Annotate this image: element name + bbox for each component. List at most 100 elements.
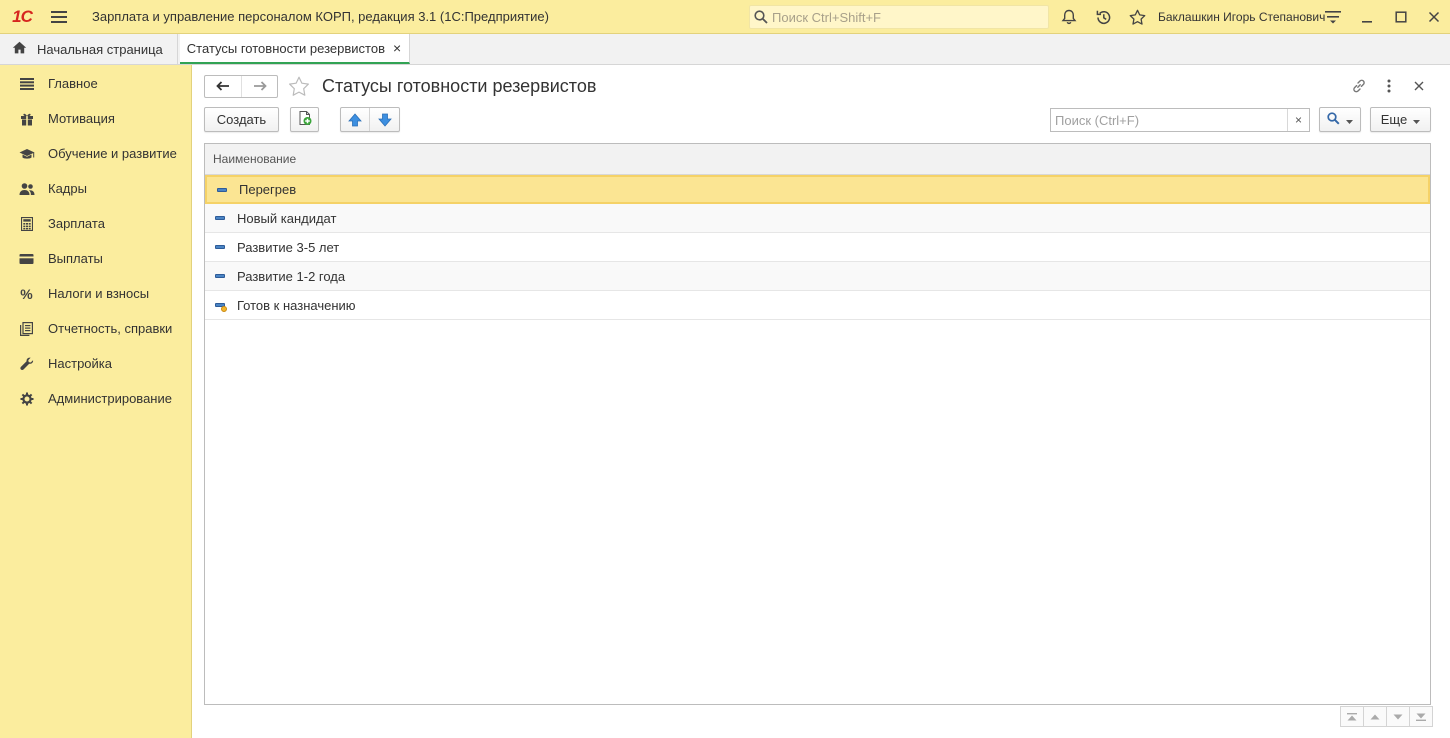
minimize-icon[interactable] <box>1356 6 1378 28</box>
menu-lines-icon <box>18 75 35 92</box>
sidebar-item-label: Зарплата <box>48 216 105 231</box>
global-search[interactable] <box>749 5 1049 29</box>
gear-icon <box>18 390 35 407</box>
more-button[interactable]: Еще <box>1370 107 1431 132</box>
chevron-down-icon <box>1346 112 1353 127</box>
wallet-icon <box>18 250 35 267</box>
item-icon <box>217 184 229 196</box>
graduation-cap-icon <box>18 145 35 162</box>
move-up-icon[interactable] <box>341 108 370 131</box>
create-button-label: Создать <box>216 112 267 127</box>
people-icon <box>18 180 35 197</box>
sidebar-item-administration[interactable]: Администрирование <box>0 381 191 416</box>
list-scroll-buttons <box>1340 706 1433 727</box>
history-icon[interactable] <box>1092 6 1114 28</box>
item-icon <box>215 241 227 253</box>
close-window-icon[interactable] <box>1423 6 1445 28</box>
nav-buttons <box>204 74 278 98</box>
sidebar-item-label: Обучение и развитие <box>48 146 177 161</box>
scroll-down-icon[interactable] <box>1386 706 1410 727</box>
row-name: Развитие 3-5 лет <box>237 239 340 255</box>
form-title: Статусы готовности резервистов <box>322 75 597 96</box>
sidebar-item-training[interactable]: Обучение и развитие <box>0 136 191 171</box>
sidebar-item-main[interactable]: Главное <box>0 66 191 101</box>
maximize-icon[interactable] <box>1390 6 1412 28</box>
sidebar-item-label: Настройка <box>48 356 112 371</box>
tab-reserve-statuses-label: Статусы готовности резервистов <box>186 40 385 56</box>
sections-panel: Главное Мотивация Обучение и развитие Ка… <box>0 65 192 738</box>
list-search[interactable]: × <box>1050 108 1310 132</box>
row-name: Готов к назначению <box>237 297 356 313</box>
statuses-table: Наименование Перегрев Новый кандидат Раз… <box>204 143 1431 705</box>
chevron-down-icon <box>1413 112 1421 127</box>
tab-bar: Начальная страница Статусы готовности ре… <box>0 34 1450 65</box>
add-to-favorites-star-icon[interactable] <box>288 76 310 97</box>
table-row[interactable]: Перегрев <box>205 175 1430 204</box>
create-button[interactable]: Создать <box>204 107 279 132</box>
tab-reserve-statuses[interactable]: Статусы готовности резервистов × <box>179 34 411 64</box>
link-icon[interactable] <box>1344 77 1374 95</box>
wrench-icon <box>18 355 35 372</box>
bell-icon[interactable] <box>1058 6 1080 28</box>
copy-add-icon <box>297 110 313 129</box>
search-options-button[interactable] <box>1319 107 1361 132</box>
scroll-to-bottom-icon[interactable] <box>1409 706 1433 727</box>
item-icon <box>215 270 227 282</box>
command-bar: Создать × Еще <box>204 107 1432 133</box>
forward-arrow-icon[interactable] <box>241 75 277 97</box>
sidebar-item-label: Налоги и взносы <box>48 286 150 301</box>
magnifier-icon <box>1327 111 1340 128</box>
table-row[interactable]: Новый кандидат <box>205 204 1430 233</box>
table-row[interactable]: Развитие 1-2 года <box>205 262 1430 291</box>
scroll-to-top-icon[interactable] <box>1340 706 1364 727</box>
more-actions-icon[interactable] <box>1374 77 1404 95</box>
back-arrow-icon[interactable] <box>205 76 241 97</box>
sidebar-item-hr[interactable]: Кадры <box>0 171 191 206</box>
title-bar: 1С Зарплата и управление персоналом КОРП… <box>0 0 1450 34</box>
sidebar-item-label: Главное <box>48 76 98 91</box>
username[interactable]: Баклашкин Игорь Степанович <box>1158 10 1325 24</box>
sidebar-item-label: Кадры <box>48 181 87 196</box>
column-header-name[interactable]: Наименование <box>205 144 1430 175</box>
sidebar-item-taxes[interactable]: % Налоги и взносы <box>0 276 191 311</box>
sidebar-item-label: Мотивация <box>48 111 115 126</box>
row-name: Новый кандидат <box>237 210 337 226</box>
sidebar-item-payments[interactable]: Выплаты <box>0 241 191 276</box>
tab-home-label: Начальная страница <box>37 41 163 57</box>
sidebar-item-salary[interactable]: Зарплата <box>0 206 191 241</box>
form-header: Статусы готовности резервистов <box>204 74 596 98</box>
sidebar-item-label: Выплаты <box>48 251 103 266</box>
app-title: Зарплата и управление персоналом КОРП, р… <box>92 9 549 24</box>
settings-menu-icon[interactable] <box>1322 6 1344 28</box>
list-search-input[interactable] <box>1051 109 1287 131</box>
copy-button[interactable] <box>290 107 319 132</box>
gift-icon <box>18 110 35 127</box>
table-row[interactable]: Готов к назначению <box>205 291 1430 320</box>
form-window-controls <box>1344 77 1434 95</box>
table-row[interactable]: Развитие 3-5 лет <box>205 233 1430 262</box>
percent-icon: % <box>20 285 33 302</box>
tab-close-icon[interactable]: × <box>393 40 401 56</box>
sidebar-item-settings[interactable]: Настройка <box>0 346 191 381</box>
sidebar-item-reports[interactable]: Отчетность, справки <box>0 311 191 346</box>
sidebar-item-label: Администрирование <box>48 391 172 406</box>
move-buttons-group <box>340 107 400 132</box>
close-form-icon[interactable] <box>1404 77 1434 95</box>
clear-search-icon[interactable]: × <box>1287 109 1309 131</box>
home-icon <box>12 41 27 57</box>
search-icon <box>750 10 772 24</box>
tab-home[interactable]: Начальная страница <box>0 34 178 64</box>
sidebar-item-motivation[interactable]: Мотивация <box>0 101 191 136</box>
main-menu-icon[interactable] <box>44 0 74 34</box>
form-area: Статусы готовности резервистов Создать П… <box>192 65 1450 738</box>
sidebar-item-label: Отчетность, справки <box>48 321 173 336</box>
scroll-up-icon[interactable] <box>1363 706 1387 727</box>
item-icon <box>215 212 227 224</box>
favorites-star-icon[interactable] <box>1126 6 1148 28</box>
calculator-icon <box>18 215 35 232</box>
move-down-icon[interactable] <box>370 108 399 131</box>
global-search-input[interactable] <box>772 9 1032 25</box>
row-name: Развитие 1-2 года <box>237 268 346 284</box>
row-name: Перегрев <box>239 182 297 197</box>
app-logo: 1С <box>12 6 33 26</box>
